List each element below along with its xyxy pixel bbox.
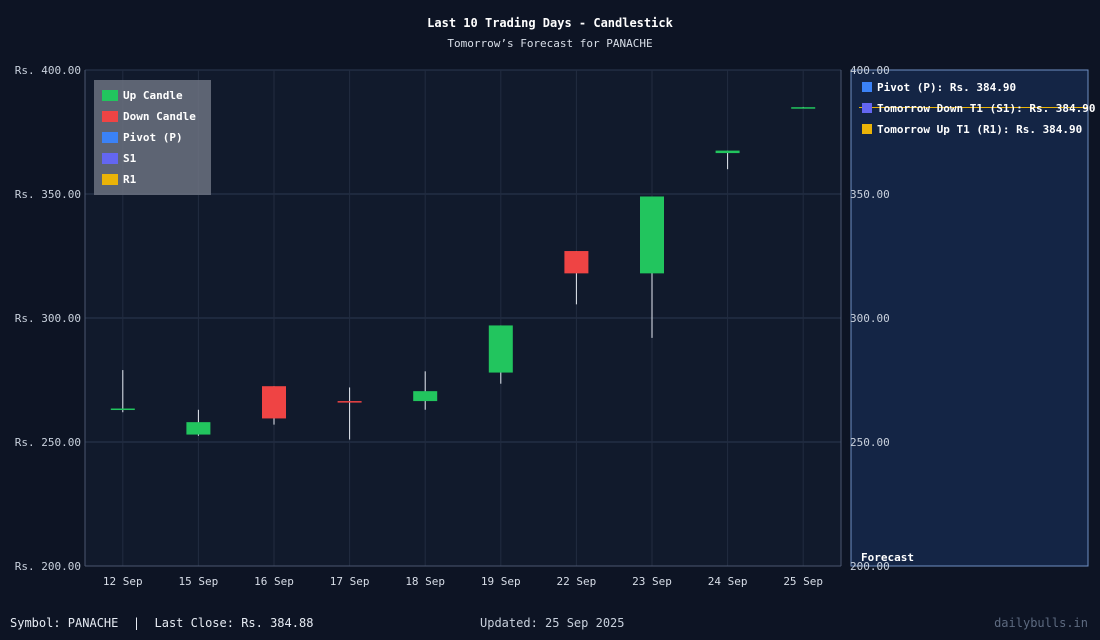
footer-updated: Updated: 25 Sep 2025 (480, 616, 625, 630)
x-tick-label: 19 Sep (481, 575, 521, 588)
legend-label: Pivot (P) (123, 131, 183, 144)
forecast-legend-label: Tomorrow Up T1 (R1): Rs. 384.90 (877, 123, 1082, 136)
candle-up (110, 408, 135, 411)
legend-label: Up Candle (123, 89, 183, 102)
x-tick-label: 22 Sep (557, 575, 597, 588)
forecast-legend-label: Tomorrow Down T1 (S1): Rs. 384.90 (877, 102, 1096, 115)
legend-swatch (102, 90, 118, 101)
legend-label: S1 (123, 152, 137, 165)
x-tick-label: 18 Sep (405, 575, 445, 588)
legend-label: Down Candle (123, 110, 196, 123)
chart-title: Last 10 Trading Days - Candlestick (427, 16, 673, 30)
candlestick-chart: Last 10 Trading Days - Candlestick Tomorr… (15, 16, 1096, 588)
x-tick-label: 15 Sep (179, 575, 219, 588)
y-tick-label: Rs. 300.00 (15, 312, 81, 325)
candle-up (186, 422, 211, 435)
forecast-legend-swatch (862, 103, 872, 113)
forecast-legend-swatch (862, 82, 872, 92)
legend-label: R1 (123, 173, 137, 186)
forecast-label: Forecast (861, 551, 914, 564)
candle-up (640, 196, 664, 274)
forecast-legend-label: Pivot (P): Rs. 384.90 (877, 81, 1016, 94)
y-tick-label: Rs. 250.00 (15, 436, 81, 449)
chart-subtitle: Tomorrow’s Forecast for PANACHE (447, 37, 652, 50)
legend-swatch (102, 132, 118, 143)
x-tick-label: 16 Sep (254, 575, 294, 588)
footer-watermark: dailybulls.in (994, 616, 1088, 630)
y-tick-label-right: 300.00 (850, 312, 890, 325)
candle-up (413, 391, 438, 402)
candle-down (337, 401, 362, 403)
footer-symbol-info: Symbol: PANACHE | Last Close: Rs. 384.88 (10, 616, 314, 630)
candle-up (488, 325, 513, 373)
legend-swatch (102, 174, 118, 185)
y-tick-label-right: 250.00 (850, 436, 890, 449)
x-tick-label: 24 Sep (708, 575, 748, 588)
y-tick-label: Rs. 350.00 (15, 188, 81, 201)
legend-swatch (102, 111, 118, 122)
x-tick-label: 23 Sep (632, 575, 672, 588)
y-tick-label-right: 400.00 (850, 64, 890, 77)
candle-down (262, 386, 286, 419)
x-tick-label: 12 Sep (103, 575, 143, 588)
y-tick-label: Rs. 200.00 (15, 560, 81, 573)
candle-up (791, 107, 816, 109)
x-tick-label: 25 Sep (783, 575, 823, 588)
forecast-legend-swatch (862, 124, 872, 134)
y-tick-label: Rs. 400.00 (15, 64, 81, 77)
candle-up (715, 150, 740, 154)
y-tick-label-right: 350.00 (850, 188, 890, 201)
x-tick-label: 17 Sep (330, 575, 370, 588)
legend-swatch (102, 153, 118, 164)
candle-down (564, 251, 589, 274)
